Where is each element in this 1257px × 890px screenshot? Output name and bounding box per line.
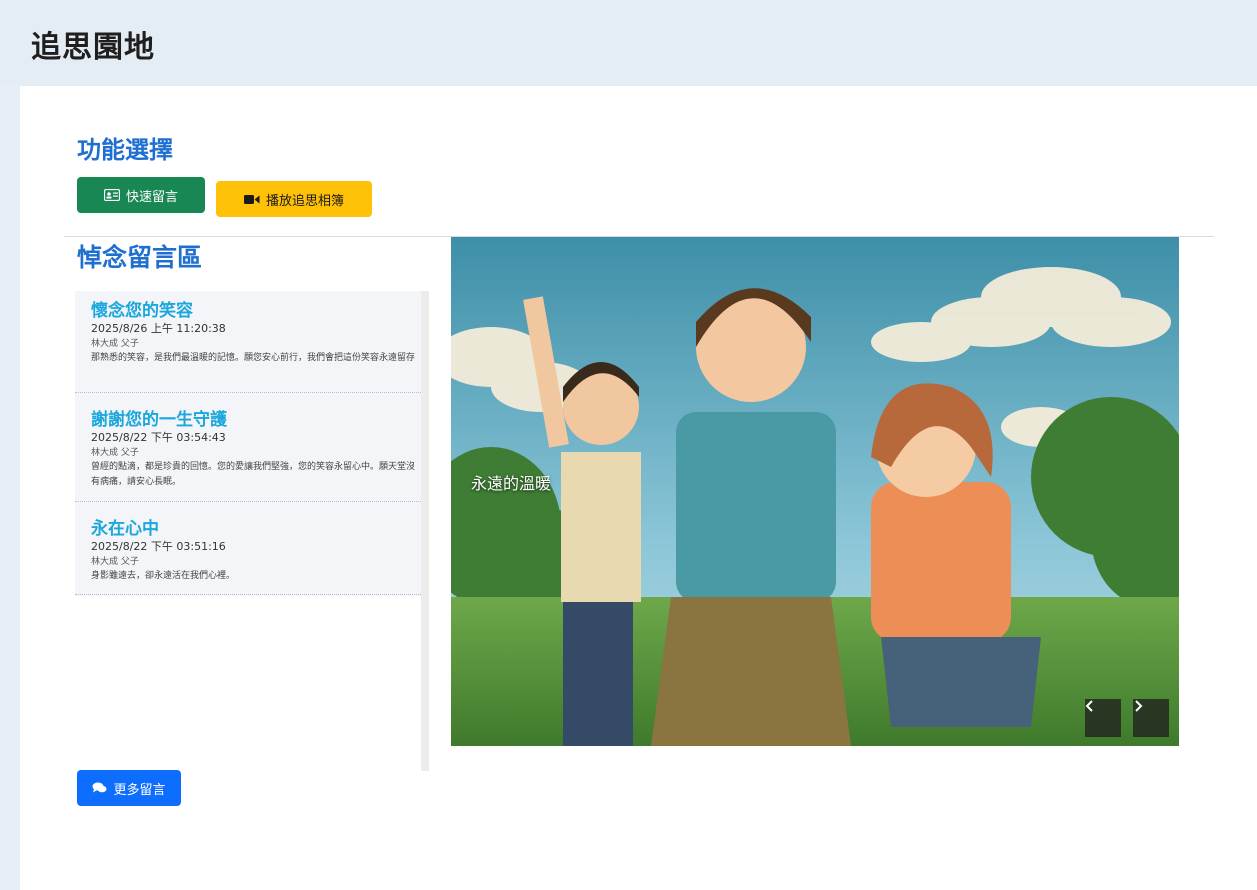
message-title: 謝謝您的一生守護 [91,410,227,430]
message-author: 林大成 父子 [91,448,139,458]
more-messages-button[interactable]: 更多留言 [77,770,181,806]
quick-message-button[interactable]: 快速留言 [77,177,205,213]
message-author: 林大成 父子 [91,339,139,349]
message-item[interactable]: 謝謝您的一生守護 2025/8/22 下午 03:54:43 林大成 父子 曾經… [75,405,421,502]
message-author: 林大成 父子 [91,557,139,567]
memorial-title: 悼念留言區 [77,243,203,272]
message-body: 那熟悉的笑容，是我們最溫暖的記憶。願您安心前行，我們會把這份笑容永遠留存 [91,353,416,363]
chevron-left-icon [1085,700,1093,712]
quick-message-label: 快速留言 [125,189,178,205]
more-messages-label: 更多留言 [113,782,166,798]
page-title: 追思園地 [31,30,155,65]
id-card-icon [103,189,120,201]
message-title: 永在心中 [91,519,159,539]
message-list[interactable]: 懷念您的笑容 2025/8/26 上午 11:20:38 林大成 父子 那熟悉的… [75,291,429,771]
carousel-caption: 永遠的溫暖 [471,474,552,493]
photo-carousel[interactable]: 永遠的溫暖 [451,237,1179,746]
comments-icon [92,782,107,793]
play-album-button[interactable]: 播放追思相簿 [216,181,372,217]
video-camera-icon [243,194,260,204]
message-body: 曾經的點滴，都是珍貴的回憶。您的愛讓我們堅強，您的笑容永留心中。願天堂沒有病痛，… [91,462,416,487]
message-item[interactable]: 懷念您的笑容 2025/8/26 上午 11:20:38 林大成 父子 那熟悉的… [75,296,421,393]
message-date: 2025/8/22 下午 03:51:16 [91,540,226,553]
carousel-prev-button[interactable] [1085,699,1121,737]
message-body: 身影雖遠去，卻永遠活在我們心裡。 [91,571,236,581]
message-item[interactable]: 永在心中 2025/8/22 下午 03:51:16 林大成 父子 身影雖遠去，… [75,514,421,595]
chevron-right-icon [1135,700,1143,712]
play-album-label: 播放追思相簿 [265,193,344,209]
functions-title: 功能選擇 [77,136,173,164]
main-content: 功能選擇 快速留言 播放追思相簿 悼念留言區 懷念您的笑容 2025/8/26 … [20,86,1257,890]
carousel-next-button[interactable] [1133,699,1169,737]
memorial-photo [451,237,1179,746]
top-header: 追思園地 [0,0,1257,86]
scrollbar[interactable] [421,291,429,771]
message-date: 2025/8/22 下午 03:54:43 [91,431,226,444]
message-date: 2025/8/26 上午 11:20:38 [91,322,226,335]
message-title: 懷念您的笑容 [91,301,193,321]
